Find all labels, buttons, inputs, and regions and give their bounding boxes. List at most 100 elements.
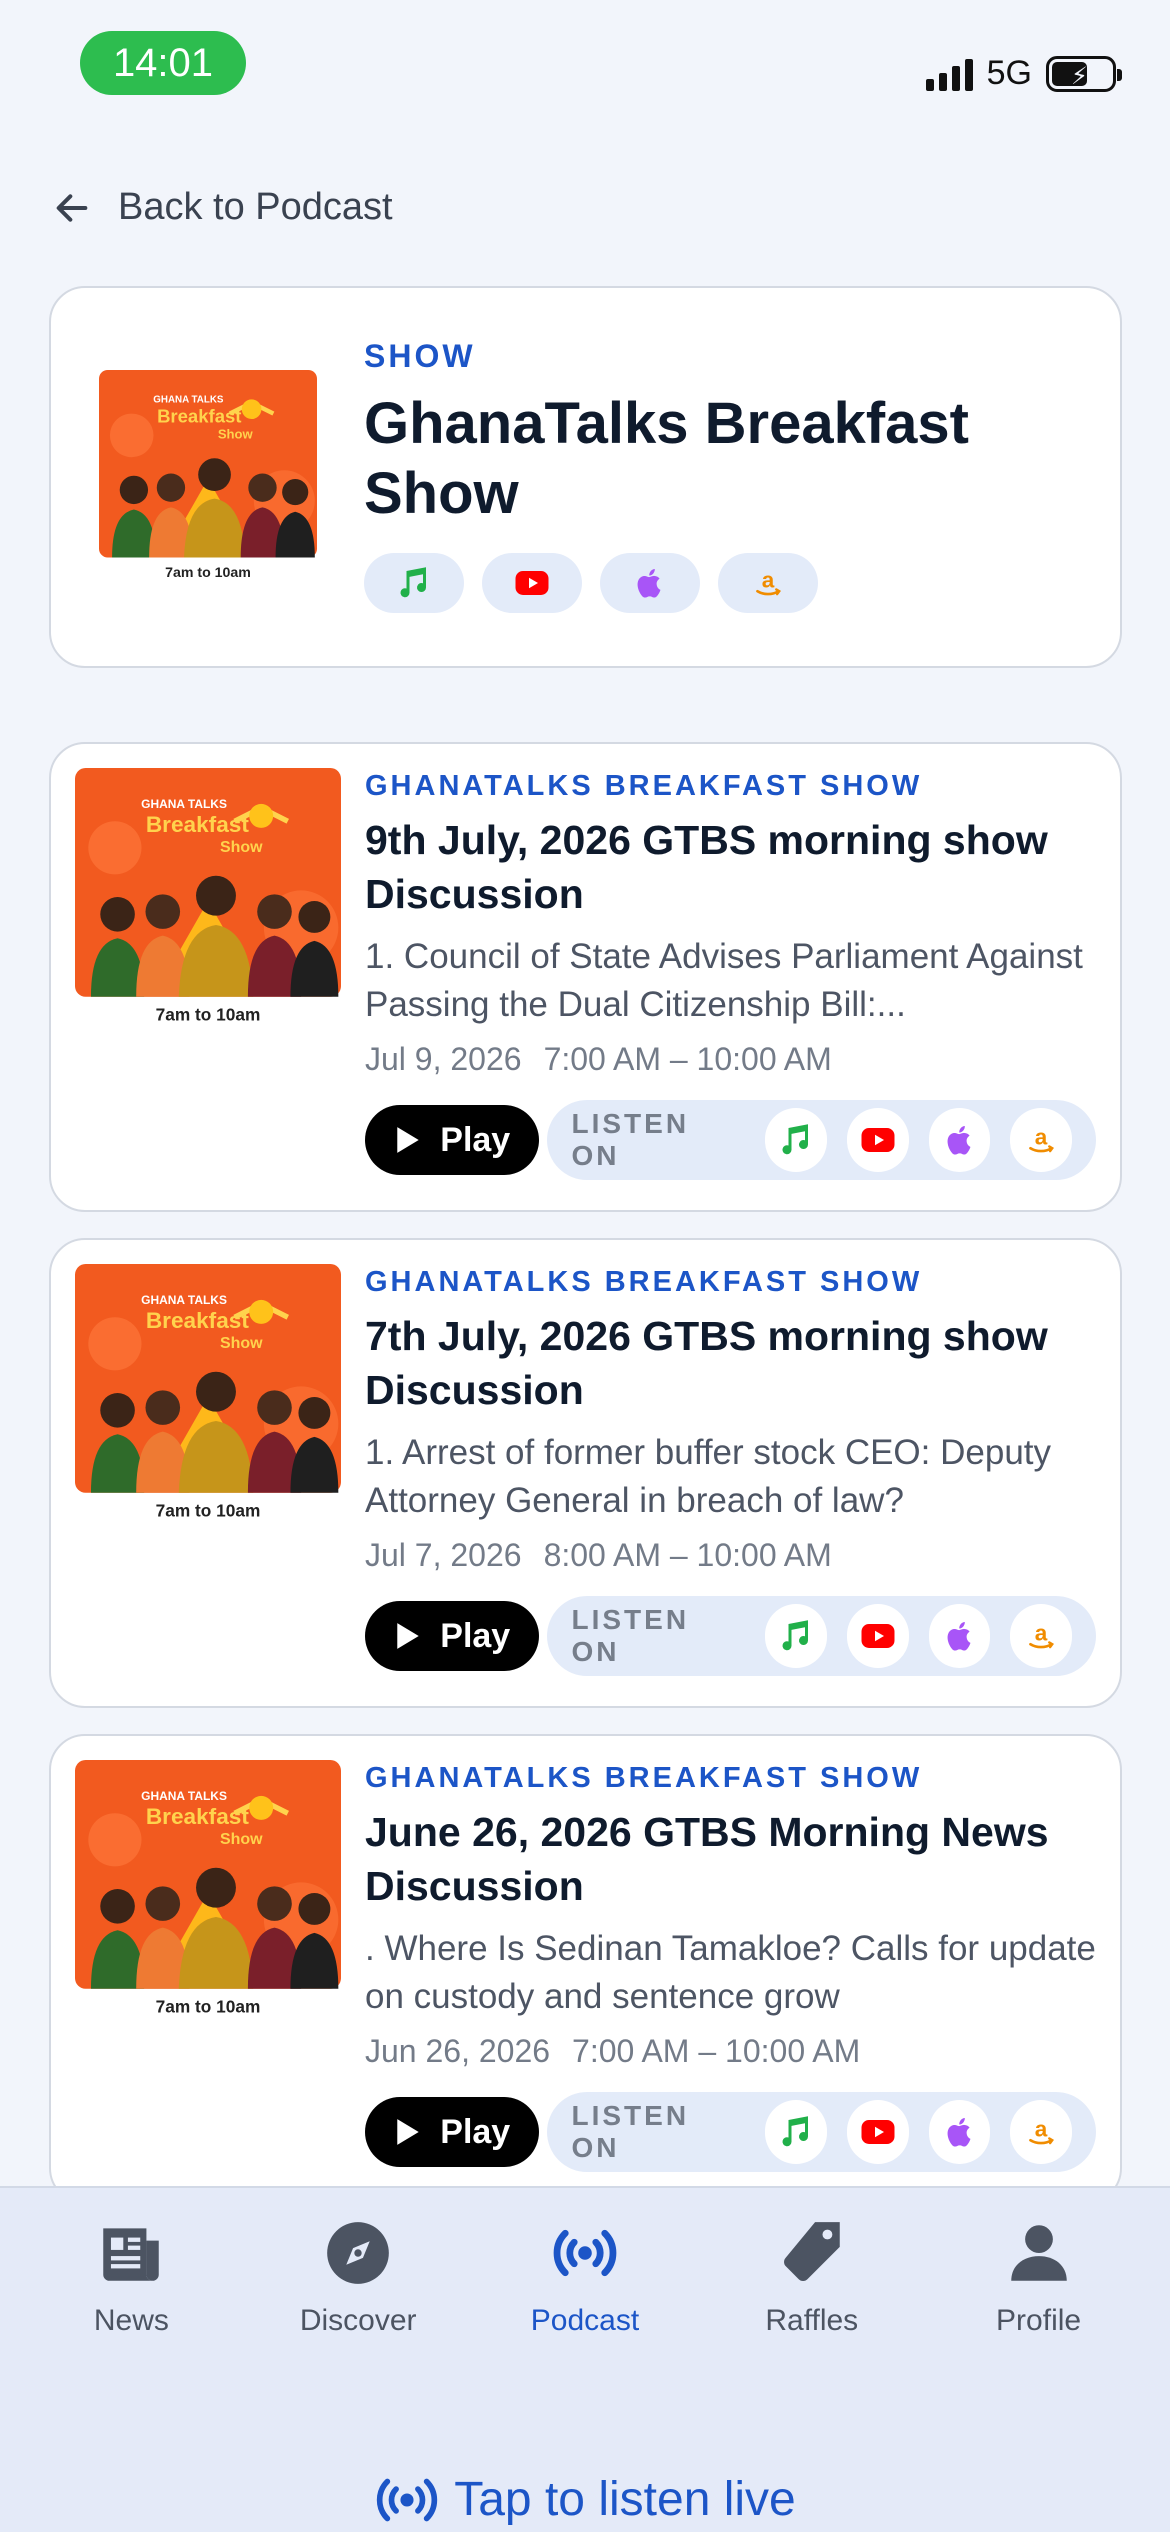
youtube-link-button[interactable]: [482, 553, 582, 613]
broadcast-icon: [553, 2229, 617, 2277]
spotify-link-button[interactable]: [765, 2100, 828, 2164]
tab-label: Profile: [996, 2304, 1082, 2337]
episode-description: 1. Arrest of former buffer stock CEO: De…: [365, 1433, 1052, 1520]
episode-time: 7:00 AM – 10:00 AM: [543, 1041, 832, 1077]
tab-label: Discover: [299, 2304, 417, 2337]
bottom-navigation: News Discover Podcast Raffles Profile Ta…: [0, 2186, 1170, 2532]
amazon-icon: [1023, 1122, 1059, 1158]
apple-icon: [942, 1122, 978, 1158]
play-label: Play: [440, 1120, 511, 1159]
listen-on-bar: LISTEN ON: [547, 2092, 1096, 2172]
show-title: GhanaTalks Breakfast Show: [364, 391, 969, 526]
episode-title: 9th July, 2026 GTBS morning show Discuss…: [365, 817, 1048, 917]
episode-date: Jul 7, 2026: [365, 1537, 522, 1573]
episode-title: June 26, 2026 GTBS Morning News Discussi…: [365, 1809, 1049, 1909]
show-eyebrow: SHOW: [364, 338, 476, 374]
network-label: 5G: [986, 54, 1032, 92]
apple-podcasts-link-button[interactable]: [928, 2100, 991, 2164]
tab-profile[interactable]: Profile: [939, 2216, 1139, 2338]
listen-live-button[interactable]: Tap to listen live: [0, 2472, 1170, 2527]
tab-raffles[interactable]: Raffles: [712, 2216, 912, 2338]
youtube-icon: [860, 1122, 896, 1158]
show-cover-image: [99, 370, 317, 588]
listen-on-label: LISTEN ON: [571, 2100, 690, 2163]
episode-time: 7:00 AM – 10:00 AM: [572, 2033, 861, 2069]
episode-description: . Where Is Sedinan Tamakloe? Calls for u…: [365, 1929, 1096, 2016]
play-icon: [397, 2119, 419, 2145]
platform-links: [364, 553, 1120, 613]
amazon-link-button[interactable]: [1010, 1604, 1072, 1668]
person-icon: [1010, 2225, 1067, 2281]
episode-time: 8:00 AM – 10:00 AM: [543, 1537, 832, 1573]
apple-icon: [942, 1618, 978, 1654]
youtube-link-button[interactable]: [847, 2100, 909, 2164]
listen-on-bar: LISTEN ON: [547, 1100, 1096, 1180]
episode-date: Jun 26, 2026: [365, 2033, 551, 2069]
episode-title: 7th July, 2026 GTBS morning show Discuss…: [365, 1313, 1048, 1413]
play-icon: [397, 1623, 419, 1649]
apple-podcasts-link-button[interactable]: [928, 1604, 991, 1668]
amazon-icon: [1023, 1618, 1059, 1654]
listen-on-label: LISTEN ON: [571, 1108, 690, 1171]
tag-icon: [783, 2222, 840, 2281]
listen-on-bar: LISTEN ON: [547, 1596, 1096, 1676]
apple-icon: [942, 2114, 978, 2150]
status-time: 14:01: [80, 31, 246, 95]
episode-datetime: Jul 9, 2026 7:00 AM – 10:00 AM: [365, 1041, 1096, 1078]
episode-cover-image: [75, 1760, 341, 2026]
play-icon: [397, 1127, 419, 1153]
episode-card[interactable]: GHANATALKS BREAKFAST SHOW 7th July, 2026…: [49, 1238, 1122, 1708]
youtube-icon: [860, 2114, 896, 2150]
apple-podcasts-link-button[interactable]: [928, 1108, 991, 1172]
tab-news[interactable]: News: [31, 2216, 231, 2338]
play-label: Play: [440, 1616, 511, 1655]
amazon-icon: [1023, 2114, 1059, 2150]
play-button[interactable]: Play: [365, 2097, 540, 2167]
arrow-left-icon: [56, 193, 88, 222]
amazon-link-button[interactable]: [718, 553, 818, 613]
listen-on-label: LISTEN ON: [571, 1604, 690, 1667]
spotify-link-button[interactable]: [765, 1108, 828, 1172]
back-button[interactable]: Back to Podcast: [52, 186, 393, 229]
episode-datetime: Jun 26, 2026 7:00 AM – 10:00 AM: [365, 2033, 1096, 2070]
tab-label: Podcast: [530, 2304, 640, 2337]
listen-live-label: Tap to listen live: [454, 2473, 796, 2526]
episode-show-name: GHANATALKS BREAKFAST SHOW: [365, 770, 923, 802]
play-button[interactable]: Play: [365, 1105, 540, 1175]
youtube-link-button[interactable]: [847, 1604, 909, 1668]
episode-description: 1. Council of State Advises Parliament A…: [365, 937, 1083, 1024]
episode-card[interactable]: GHANATALKS BREAKFAST SHOW 9th July, 2026…: [49, 742, 1122, 1212]
episode-date: Jul 9, 2026: [365, 1041, 522, 1077]
episode-card[interactable]: GHANATALKS BREAKFAST SHOW June 26, 2026 …: [49, 1734, 1122, 2204]
tab-label: Raffles: [765, 2304, 859, 2337]
tab-podcast[interactable]: Podcast: [485, 2216, 685, 2338]
youtube-icon: [514, 565, 550, 601]
music-note-icon: [778, 1122, 814, 1158]
episode-show-name: GHANATALKS BREAKFAST SHOW: [365, 1266, 923, 1298]
episode-show-name: GHANATALKS BREAKFAST SHOW: [365, 1762, 923, 1794]
play-button[interactable]: Play: [365, 1601, 540, 1671]
episode-cover-image: [75, 1264, 341, 1530]
compass-icon: [327, 2222, 390, 2284]
music-note-icon: [778, 2114, 814, 2150]
broadcast-icon: [377, 2478, 438, 2521]
music-note-icon: [778, 1618, 814, 1654]
newspaper-icon: [103, 2228, 160, 2281]
amazon-icon: [750, 565, 786, 601]
tab-label: News: [93, 2304, 169, 2337]
back-label: Back to Podcast: [118, 186, 393, 228]
apple-icon: [632, 565, 668, 601]
youtube-link-button[interactable]: [847, 1108, 909, 1172]
amazon-link-button[interactable]: [1010, 2100, 1072, 2164]
spotify-link-button[interactable]: [765, 1604, 828, 1668]
tab-discover[interactable]: Discover: [258, 2216, 458, 2338]
spotify-link-button[interactable]: [364, 553, 464, 613]
episode-cover-image: [75, 768, 341, 1034]
play-label: Play: [440, 2112, 511, 2151]
show-header-card: SHOW GhanaTalks Breakfast Show: [49, 286, 1122, 668]
signal-icon: [925, 57, 973, 91]
music-note-icon: [396, 565, 432, 601]
apple-podcasts-link-button[interactable]: [600, 553, 700, 613]
battery-icon: ⚡: [1046, 55, 1122, 92]
amazon-link-button[interactable]: [1010, 1108, 1072, 1172]
